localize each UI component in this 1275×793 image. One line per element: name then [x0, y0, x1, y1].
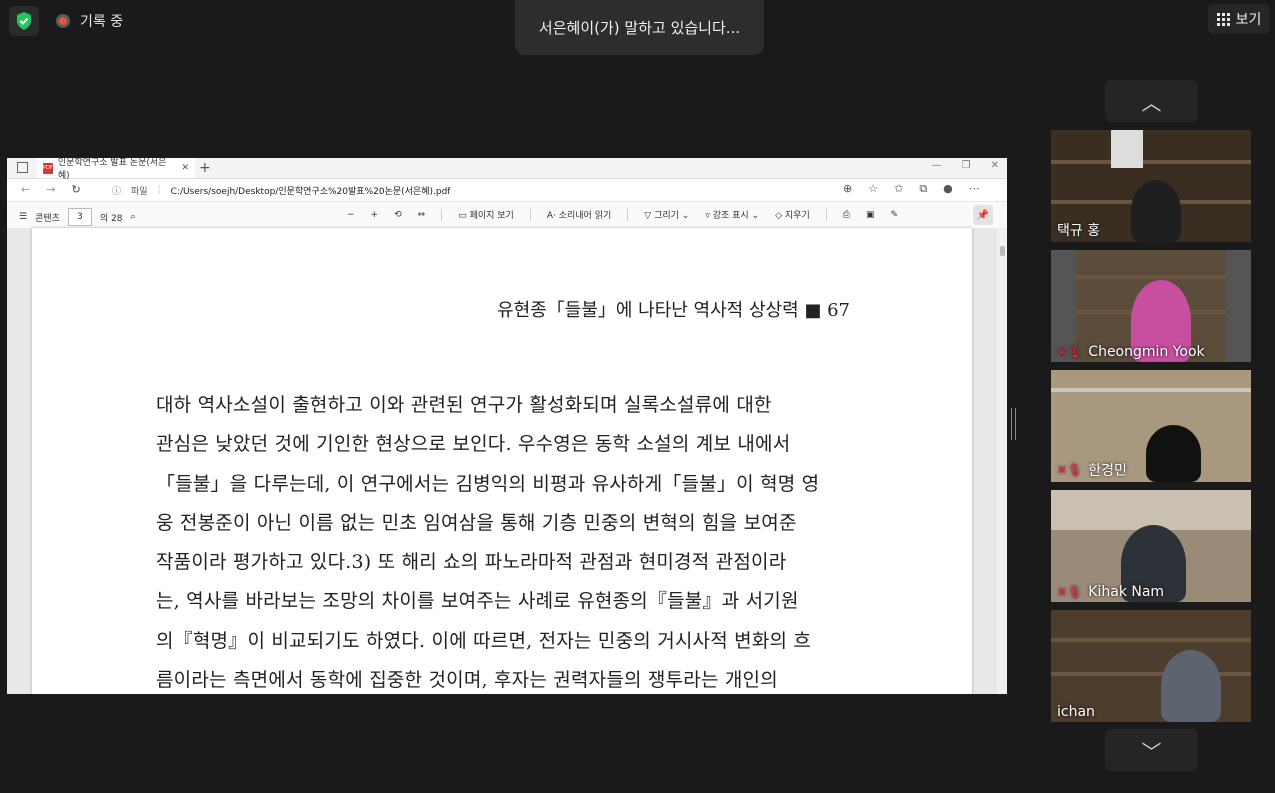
fit-page-icon[interactable]: ⇔: [418, 210, 426, 220]
close-tab-icon[interactable]: ✕: [181, 163, 189, 173]
text-line: 름이라는 측면에서 동학에 집중한 것이며, 후자는 권력자들의 쟁투라는 개인…: [156, 669, 778, 692]
maximize-icon[interactable]: ❐: [962, 160, 971, 171]
page-view-label: 페이지 보기: [469, 211, 514, 221]
gallery-down-button[interactable]: ﹀: [1105, 729, 1198, 771]
close-window-icon[interactable]: ✕: [991, 160, 999, 171]
participant-tile[interactable]: ✕🎙 Kihak Nam: [1051, 490, 1251, 602]
contents-label[interactable]: 콘텐츠: [35, 211, 60, 224]
collections-icon[interactable]: ⧉: [919, 182, 927, 196]
split-handle[interactable]: [1011, 408, 1016, 440]
security-shield-icon[interactable]: [9, 6, 39, 36]
print-icon[interactable]: ⎙: [843, 210, 850, 220]
held-paper: [1111, 130, 1143, 168]
mic-muted-icon: ✕🎙: [1057, 345, 1083, 359]
participant-name: Kihak Nam: [1088, 584, 1165, 600]
page-total: 의 28: [99, 213, 123, 224]
draw-label: 그리기: [654, 211, 679, 221]
pdf-scrollbar[interactable]: [997, 228, 1007, 694]
participant-tile[interactable]: ✕🎙 Cheongmin Yook: [1051, 250, 1251, 362]
running-head: 유현종「들불」에 나타난 역사적 상상력 ■ 67: [497, 300, 850, 321]
participant-name: Cheongmin Yook: [1088, 344, 1205, 360]
pdf-viewer[interactable]: 유현종「들불」에 나타난 역사적 상상력 ■ 67 대하 역사소설이 출현하고 …: [7, 228, 1007, 694]
participant-name: 택규 홍: [1057, 223, 1101, 239]
zoom-icon[interactable]: ⊕: [843, 182, 852, 196]
zoom-in-icon[interactable]: +: [371, 210, 379, 220]
highlight-button[interactable]: ▿ 강조 표시 ⌄: [705, 208, 759, 221]
minimize-icon[interactable]: —: [932, 160, 942, 171]
text-line: 「들불」을 다루는데, 이 연구에서는 김병익의 비평과 유사하게「들불」이 혁…: [156, 472, 820, 495]
pdf-toolbar: ☰ 콘텐츠 3 의 28 ⌕ − + ⟲ ⇔ ▭ 페이지 보기 A‧ 소리내어 …: [7, 202, 1007, 229]
participant-video: [1161, 650, 1221, 722]
favorite-add-icon[interactable]: ☆: [868, 182, 878, 196]
participant-tile[interactable]: ichan: [1051, 610, 1251, 722]
view-button[interactable]: 보기: [1208, 4, 1270, 34]
text-line: 의『혁명』이 비교되기도 하였다. 이에 따르면, 전자는 민중의 거시사적 변…: [156, 629, 812, 652]
body-text: 대하 역사소설이 출현하고 이와 관련된 연구가 활성화되며 실록소설류에 대한…: [156, 386, 856, 694]
text-line: 는, 역사를 바라보는 조망의 차이를 보여주는 사례로 유현종의『들불』과 서…: [156, 590, 799, 613]
profile-avatar-icon[interactable]: ●: [943, 182, 953, 196]
erase-button[interactable]: ◇ 지우기: [775, 208, 810, 221]
participant-video: [1146, 425, 1201, 482]
text-line: 웅 전봉준이 아닌 이름 없는 민초 임여삼을 통해 기층 민중의 변혁의 힘을…: [156, 511, 797, 534]
erase-label: 지우기: [784, 211, 810, 221]
url-field[interactable]: ⓘ 파일 | C:/Users/soejh/Desktop/인문학연구소%20발…: [112, 183, 850, 197]
text-line: 대하 역사소설이 출현하고 이와 관련된 연구가 활성화되며 실록소설류에 대한: [156, 394, 772, 416]
address-bar: ← → ↻ ⓘ 파일 | C:/Users/soejh/Desktop/인문학연…: [7, 179, 1007, 202]
tab-actions-icon[interactable]: [17, 162, 28, 173]
participant-tile[interactable]: 택규 홍: [1051, 130, 1251, 242]
participant-name: ichan: [1057, 704, 1095, 720]
speaking-text: 서은혜이(가) 말하고 있습니다...: [538, 19, 741, 37]
mic-muted-icon: ✕🎙: [1057, 463, 1083, 477]
page-number-input[interactable]: 3: [67, 208, 92, 226]
pin-toolbar-icon[interactable]: 📌: [973, 205, 993, 225]
highlight-label: 강조 표시: [712, 211, 749, 221]
chevron-down-icon: ﹀: [1141, 739, 1162, 764]
draw-button[interactable]: ▽ 그리기 ⌄: [644, 208, 689, 221]
save-as-icon[interactable]: ✎: [890, 210, 898, 220]
tab-title: 인문학연구소 발표 논문(서은혜): [57, 158, 167, 181]
forward-icon[interactable]: →: [46, 183, 55, 196]
text-line: 관심은 낮았던 것에 기인한 현상으로 보인다. 우수영은 동학 소설의 계보 …: [156, 433, 791, 456]
active-speaker-banner: 서은혜이(가) 말하고 있습니다...: [515, 0, 764, 55]
pdf-icon: PDF: [43, 162, 53, 174]
gallery-up-button[interactable]: ︿: [1105, 80, 1198, 122]
contents-icon[interactable]: ☰: [19, 212, 27, 222]
recording-label: 기록 중: [80, 14, 124, 30]
rotate-icon[interactable]: ⟲: [394, 210, 402, 220]
participant-name: 한경민: [1088, 463, 1127, 479]
favorites-icon[interactable]: ✩: [894, 182, 903, 196]
info-icon[interactable]: ⓘ: [112, 184, 121, 197]
browser-tab[interactable]: PDF 인문학연구소 발표 논문(서은혜) ✕: [37, 158, 195, 181]
grid-icon: [1216, 12, 1230, 26]
pdf-page: 유현종「들불」에 나타난 역사적 상상력 ■ 67 대하 역사소설이 출현하고 …: [32, 228, 972, 694]
participant-tile[interactable]: ✕🎙 한경민: [1051, 370, 1251, 482]
recording-indicator[interactable]: 기록 중: [56, 11, 123, 31]
url-text: C:/Users/soejh/Desktop/인문학연구소%20발표%20논문(…: [170, 186, 451, 197]
record-icon: [56, 14, 70, 28]
chevron-up-icon: ︿: [1141, 90, 1162, 115]
address-prefix: 파일: [131, 186, 148, 197]
mic-muted-icon: ✕🎙: [1057, 585, 1083, 599]
new-tab-icon[interactable]: +: [199, 160, 211, 176]
zoom-out-icon[interactable]: −: [347, 210, 355, 220]
more-menu-icon[interactable]: ⋯: [969, 182, 980, 196]
save-icon[interactable]: ▣: [866, 210, 875, 220]
back-icon[interactable]: ←: [21, 183, 30, 196]
view-label: 보기: [1235, 12, 1262, 28]
read-aloud-label: 소리내어 읽기: [558, 211, 612, 221]
text-line: 작품이라 평가하고 있다.3) 또 해리 쇼의 파노라마적 관점과 현미경적 관…: [156, 551, 787, 574]
tab-strip: PDF 인문학연구소 발표 논문(서은혜) ✕ + — ❐ ✕: [7, 158, 1007, 181]
shared-browser-window: PDF 인문학연구소 발표 논문(서은혜) ✕ + — ❐ ✕ ← → ↻ ⓘ …: [7, 158, 1007, 694]
refresh-icon[interactable]: ↻: [71, 183, 80, 196]
participant-video: [1131, 180, 1181, 242]
read-aloud-button[interactable]: A‧ 소리내어 읽기: [547, 208, 611, 221]
page-view-button[interactable]: ▭ 페이지 보기: [458, 208, 514, 221]
find-icon[interactable]: ⌕: [131, 212, 136, 222]
